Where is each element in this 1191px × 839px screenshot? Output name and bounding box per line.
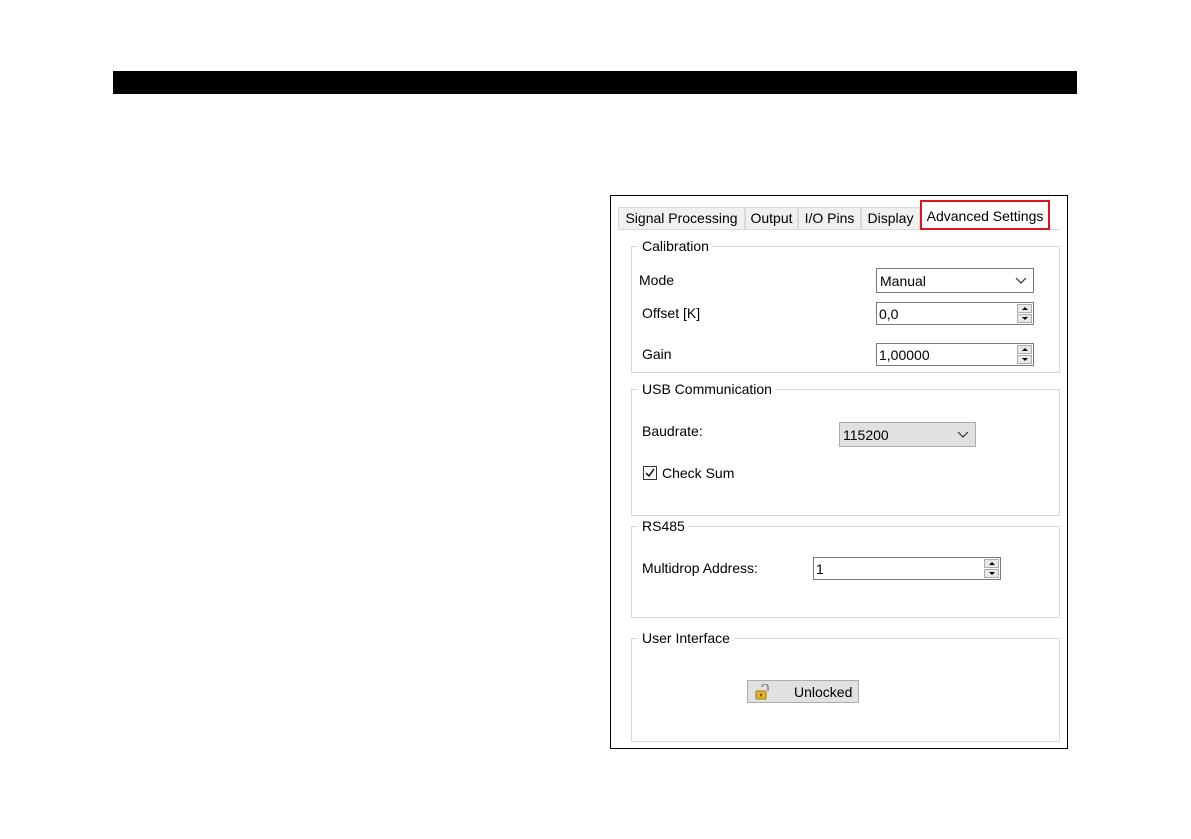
tab-io-pins[interactable]: I/O Pins xyxy=(798,207,861,229)
offset-stepper[interactable]: 0,0 xyxy=(876,302,1034,325)
tab-strip: Signal Processing Output I/O Pins Displa… xyxy=(611,196,1067,230)
gain-decrement-button[interactable] xyxy=(1017,355,1032,364)
tab-signal-processing[interactable]: Signal Processing xyxy=(618,207,745,229)
lock-toggle-button[interactable]: Unlocked xyxy=(747,680,859,703)
checksum-checkbox[interactable] xyxy=(643,466,657,480)
offset-label: Offset [K] xyxy=(642,305,701,321)
usb-communication-group: USB Communication xyxy=(631,380,1060,516)
user-interface-title: User Interface xyxy=(638,629,734,647)
rs485-title: RS485 xyxy=(638,517,689,535)
multidrop-decrement-button[interactable] xyxy=(984,569,999,578)
baudrate-select[interactable]: 115200 xyxy=(839,422,976,447)
lock-toggle-label: Unlocked xyxy=(794,684,853,700)
tab-advanced-settings[interactable]: Advanced Settings xyxy=(920,200,1050,230)
calibration-title: Calibration xyxy=(638,237,713,255)
tab-display[interactable]: Display xyxy=(861,207,920,229)
usb-communication-title: USB Communication xyxy=(638,380,776,398)
chevron-down-icon xyxy=(957,431,969,438)
multidrop-address-label: Multidrop Address: xyxy=(642,560,758,576)
mode-select[interactable]: Manual xyxy=(876,268,1034,293)
multidrop-increment-button[interactable] xyxy=(984,559,999,568)
unlocked-padlock-icon xyxy=(755,684,769,700)
checksum-label[interactable]: Check Sum xyxy=(662,464,734,482)
gain-value: 1,00000 xyxy=(879,347,930,363)
offset-spin-buttons[interactable] xyxy=(1017,304,1032,323)
mode-value: Manual xyxy=(880,273,926,289)
mode-label: Mode xyxy=(639,272,675,288)
gain-stepper[interactable]: 1,00000 xyxy=(876,343,1034,366)
baudrate-value: 115200 xyxy=(843,427,889,443)
gain-increment-button[interactable] xyxy=(1017,345,1032,354)
settings-window: Signal Processing Output I/O Pins Displa… xyxy=(610,195,1068,749)
tab-output[interactable]: Output xyxy=(745,207,798,229)
offset-increment-button[interactable] xyxy=(1017,304,1032,313)
header-bar xyxy=(113,71,1077,94)
gain-label: Gain xyxy=(642,346,672,362)
chevron-down-icon xyxy=(1015,277,1027,284)
multidrop-address-stepper[interactable]: 1 xyxy=(813,557,1001,580)
gain-spin-buttons[interactable] xyxy=(1017,345,1032,364)
baudrate-label: Baudrate: xyxy=(642,423,703,439)
offset-decrement-button[interactable] xyxy=(1017,314,1032,323)
multidrop-spin-buttons[interactable] xyxy=(984,559,999,578)
checkmark-icon xyxy=(645,468,655,478)
multidrop-address-value: 1 xyxy=(816,561,824,577)
offset-value: 0,0 xyxy=(879,306,899,322)
